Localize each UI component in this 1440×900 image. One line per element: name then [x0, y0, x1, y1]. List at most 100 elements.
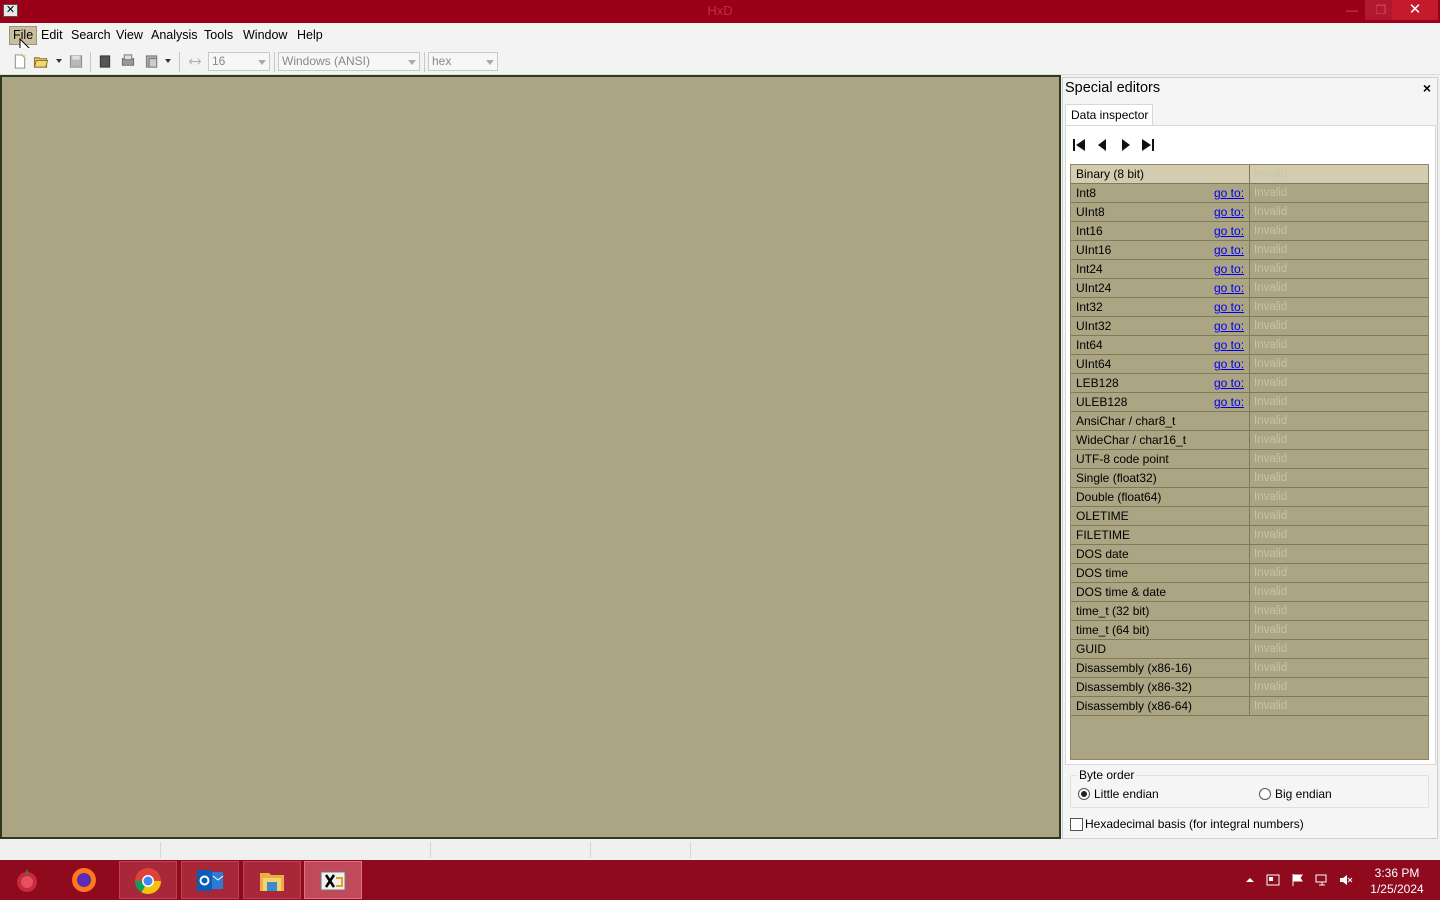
- goto-link[interactable]: go to:: [1214, 241, 1244, 259]
- big-endian-radio[interactable]: [1259, 788, 1271, 800]
- properties-icon[interactable]: [144, 54, 160, 69]
- inspector-row[interactable]: Int16 go to: Invalid: [1071, 222, 1428, 241]
- inspector-row[interactable]: time_t (32 bit) Invalid: [1071, 602, 1428, 621]
- inspector-row-value[interactable]: Invalid: [1254, 450, 1287, 468]
- inspector-row[interactable]: OLETIME Invalid: [1071, 507, 1428, 526]
- menu-search[interactable]: Search: [68, 26, 114, 45]
- menu-view[interactable]: View: [113, 26, 146, 45]
- inspector-row-value[interactable]: Invalid: [1254, 526, 1287, 544]
- new-file-icon[interactable]: [12, 54, 28, 69]
- inspector-row[interactable]: UInt32 go to: Invalid: [1071, 317, 1428, 336]
- first-icon[interactable]: [1071, 137, 1089, 153]
- inspector-row-value[interactable]: Invalid: [1254, 583, 1287, 601]
- little-endian-label[interactable]: Little endian: [1094, 786, 1159, 802]
- taskbar-firefox[interactable]: [57, 861, 115, 899]
- taskbar-clock[interactable]: 3:36 PM 1/25/2024: [1362, 865, 1432, 897]
- menu-tools[interactable]: Tools: [201, 26, 236, 45]
- inspector-row-value[interactable]: Invalid: [1254, 659, 1287, 677]
- inspector-row-value[interactable]: Invalid: [1254, 678, 1287, 696]
- editor-area[interactable]: [0, 75, 1061, 839]
- taskbar-hxd[interactable]: [304, 861, 362, 899]
- goto-link[interactable]: go to:: [1214, 298, 1244, 316]
- goto-link[interactable]: go to:: [1214, 203, 1244, 221]
- minimize-button[interactable]: —: [1336, 0, 1368, 20]
- tray-chevron-up-icon[interactable]: [1243, 873, 1257, 887]
- properties-dropdown-icon[interactable]: [165, 59, 171, 63]
- inspector-row[interactable]: Disassembly (x86-32) Invalid: [1071, 678, 1428, 697]
- flag-icon[interactable]: [1291, 873, 1305, 887]
- start-icon[interactable]: [12, 865, 42, 895]
- charset-select[interactable]: Windows (ANSI): [278, 52, 420, 71]
- inspector-row[interactable]: UInt8 go to: Invalid: [1071, 203, 1428, 222]
- open-folder-icon[interactable]: [33, 54, 49, 69]
- network-icon[interactable]: [1315, 873, 1329, 887]
- close-file-icon[interactable]: [97, 54, 113, 69]
- inspector-row-value[interactable]: Invalid: [1254, 431, 1287, 449]
- inspector-row-value[interactable]: Invalid: [1254, 222, 1287, 240]
- panel-close-icon[interactable]: ×: [1423, 80, 1431, 96]
- inspector-row-value[interactable]: Invalid: [1254, 602, 1287, 620]
- inspector-row-value[interactable]: Invalid: [1254, 469, 1287, 487]
- inspector-row[interactable]: Disassembly (x86-64) Invalid: [1071, 697, 1428, 716]
- inspector-row-value[interactable]: Invalid: [1254, 336, 1287, 354]
- close-button[interactable]: ✕: [1392, 0, 1438, 20]
- taskbar-outlook[interactable]: [181, 861, 239, 899]
- inspector-row[interactable]: DOS time & date Invalid: [1071, 583, 1428, 602]
- previous-icon[interactable]: [1094, 137, 1112, 153]
- inspector-row-value[interactable]: Invalid: [1254, 260, 1287, 278]
- goto-link[interactable]: go to:: [1214, 355, 1244, 373]
- tab-data-inspector[interactable]: Data inspector: [1065, 104, 1153, 126]
- inspector-row-value[interactable]: Invalid: [1254, 279, 1287, 297]
- menu-analysis[interactable]: Analysis: [148, 26, 201, 45]
- inspector-row[interactable]: Disassembly (x86-16) Invalid: [1071, 659, 1428, 678]
- inspector-row-value[interactable]: Invalid: [1254, 241, 1287, 259]
- goto-link[interactable]: go to:: [1214, 336, 1244, 354]
- goto-link[interactable]: go to:: [1214, 260, 1244, 278]
- inspector-row[interactable]: DOS date Invalid: [1071, 545, 1428, 564]
- inspector-row[interactable]: Single (float32) Invalid: [1071, 469, 1428, 488]
- save-icon[interactable]: [68, 54, 84, 69]
- hex-basis-label[interactable]: Hexadecimal basis (for integral numbers): [1085, 816, 1304, 832]
- goto-link[interactable]: go to:: [1214, 222, 1244, 240]
- menu-edit[interactable]: Edit: [38, 26, 66, 45]
- inspector-row[interactable]: UInt64 go to: Invalid: [1071, 355, 1428, 374]
- inspector-row-value[interactable]: Invalid: [1254, 165, 1287, 183]
- inspector-row[interactable]: ULEB128 go to: Invalid: [1071, 393, 1428, 412]
- bytes-per-row-select[interactable]: 16: [208, 52, 270, 71]
- inspector-row[interactable]: time_t (64 bit) Invalid: [1071, 621, 1428, 640]
- open-dropdown-icon[interactable]: [56, 59, 62, 63]
- last-icon[interactable]: [1138, 137, 1156, 153]
- little-endian-radio[interactable]: [1078, 788, 1090, 800]
- inspector-row[interactable]: WideChar / char16_t Invalid: [1071, 431, 1428, 450]
- inspector-row[interactable]: Int32 go to: Invalid: [1071, 298, 1428, 317]
- inspector-row-value[interactable]: Invalid: [1254, 203, 1287, 221]
- goto-link[interactable]: go to:: [1214, 317, 1244, 335]
- inspector-row-value[interactable]: Invalid: [1254, 412, 1287, 430]
- offset-base-select[interactable]: hex: [428, 52, 498, 71]
- inspector-row[interactable]: Double (float64) Invalid: [1071, 488, 1428, 507]
- inspector-row-value[interactable]: Invalid: [1254, 355, 1287, 373]
- action-center-icon[interactable]: [1266, 873, 1280, 887]
- inspector-row[interactable]: LEB128 go to: Invalid: [1071, 374, 1428, 393]
- inspector-row-value[interactable]: Invalid: [1254, 393, 1287, 411]
- inspector-row[interactable]: UInt24 go to: Invalid: [1071, 279, 1428, 298]
- inspector-row[interactable]: Int8 go to: Invalid: [1071, 184, 1428, 203]
- inspector-row-value[interactable]: Invalid: [1254, 697, 1287, 715]
- inspector-row[interactable]: FILETIME Invalid: [1071, 526, 1428, 545]
- print-icon[interactable]: [120, 54, 136, 69]
- inspector-row[interactable]: UTF-8 code point Invalid: [1071, 450, 1428, 469]
- menu-window[interactable]: Window: [240, 26, 290, 45]
- goto-link[interactable]: go to:: [1214, 184, 1244, 202]
- taskbar-chrome[interactable]: [119, 861, 177, 899]
- inspector-row-value[interactable]: Invalid: [1254, 545, 1287, 563]
- inspector-row-value[interactable]: Invalid: [1254, 298, 1287, 316]
- inspector-row[interactable]: GUID Invalid: [1071, 640, 1428, 659]
- inspector-row-value[interactable]: Invalid: [1254, 184, 1287, 202]
- next-icon[interactable]: [1116, 137, 1134, 153]
- goto-link[interactable]: go to:: [1214, 279, 1244, 297]
- inspector-row-value[interactable]: Invalid: [1254, 317, 1287, 335]
- inspector-row-value[interactable]: Invalid: [1254, 640, 1287, 658]
- inspector-row-value[interactable]: Invalid: [1254, 374, 1287, 392]
- inspector-row[interactable]: Int24 go to: Invalid: [1071, 260, 1428, 279]
- hex-basis-checkbox[interactable]: [1070, 818, 1083, 831]
